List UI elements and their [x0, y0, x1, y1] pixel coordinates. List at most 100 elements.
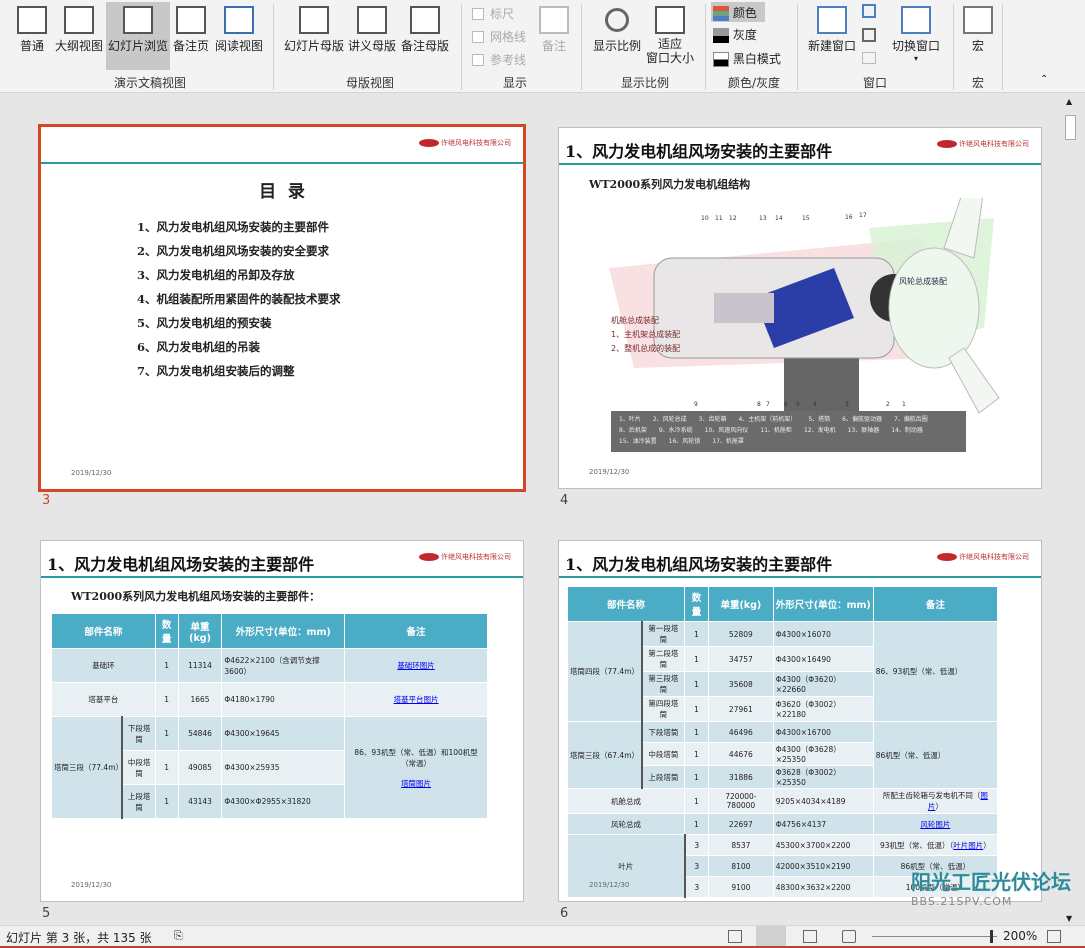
handout-master-button[interactable]: 讲义母版 [346, 2, 398, 70]
slide-thumbnail-6[interactable]: 1、风力发电机组风场安装的主要部件 许继风电科技有限公司 部件名称 数量 单重(kg… [558, 540, 1042, 902]
table-cell: 52809 [707, 621, 774, 647]
cell-text: Φ4300×16700 [775, 727, 831, 737]
group-label: 演示文稿视图 [113, 76, 186, 90]
image-link[interactable]: 基础环图片 [397, 661, 435, 670]
slide-thumbnail-4[interactable]: 1、风力发电机组风场安装的主要部件 许继风电科技有限公司 WT2000系列风力发… [558, 127, 1042, 489]
cell-text: ） [983, 840, 991, 850]
callout-number: 3 [845, 401, 849, 408]
image-link[interactable]: 塔筒图片 [401, 779, 431, 788]
label: 讲义母版 [347, 39, 396, 53]
grayscale-button[interactable]: 灰度 [713, 26, 757, 43]
slide-sorter-view-icon[interactable] [756, 926, 786, 947]
slideshow-icon[interactable] [842, 930, 856, 943]
table-cell: 34757 [707, 646, 774, 672]
new-window-button[interactable]: 新建窗口 [804, 2, 860, 70]
image-link[interactable]: 塔基平台图片 [394, 695, 439, 704]
fit-slide-icon[interactable] [1047, 930, 1061, 943]
slide-thumbnail-3[interactable]: 许继风电科技有限公司 目 录 1、风力发电机组风场安装的主要部件 2、风力发电机组… [39, 125, 525, 491]
image-link[interactable]: 叶片图片 [953, 841, 983, 850]
label: 阅读视图 [214, 39, 263, 53]
zoom-slider[interactable] [872, 936, 997, 937]
table-cell: 塔筒三段（77.4m） [51, 716, 124, 819]
slide-subtitle: WT2000系列风力发电机组风场安装的主要部件： [71, 590, 321, 603]
switch-window-button[interactable]: 切换窗口 ▾ [886, 2, 946, 70]
reading-view-icon[interactable] [803, 930, 817, 943]
cell-text: 8537 [731, 840, 751, 850]
column-header: 外形尺寸(单位：mm) [772, 586, 874, 622]
column-header: 外形尺寸(单位：mm) [221, 613, 346, 649]
macros-button[interactable]: 宏 [960, 2, 996, 70]
scroll-up-icon[interactable]: ▲ [1066, 97, 1072, 106]
spell-check-icon[interactable]: ⎘ [174, 929, 183, 943]
logo-text: 许继风电科技有限公司 [441, 139, 511, 147]
scrollbar-thumb[interactable] [1065, 115, 1076, 140]
cascade-icon[interactable] [862, 28, 876, 42]
callout-number: 15 [802, 215, 810, 222]
cell-text: 机舱总成 [611, 796, 642, 806]
slide-sorter-button[interactable]: 幻灯片浏览 [106, 2, 170, 70]
zoom-button[interactable]: 显示比例 [590, 2, 644, 70]
callout-number: 10 [701, 215, 709, 222]
gridlines-checkbox[interactable]: 网格线 [472, 28, 526, 45]
table-cell: 基础环 [51, 648, 156, 683]
black-white-icon [713, 52, 729, 67]
table-cell: 上段塔筒 [121, 784, 156, 819]
collapse-ribbon-icon[interactable]: ⌃ [1040, 74, 1048, 85]
slide-number: 6 [560, 906, 569, 921]
group-label: 显示比例 [620, 76, 669, 90]
table-cell: 塔基平台 [51, 682, 156, 717]
title-divider [559, 163, 1041, 165]
notes-button[interactable]: 备注 [534, 2, 574, 70]
reading-view-icon [224, 6, 254, 34]
legend-item: 10、风速风向仪 [704, 427, 749, 434]
cell-text: 中段塔筒 [648, 749, 679, 759]
table-cell: 第二段塔筒 [641, 646, 686, 672]
legend-item: 15、油冷装置 [619, 438, 657, 445]
ruler-checkbox[interactable]: 标尺 [472, 5, 514, 22]
toc-item: 5、风力发电机组的预安装 [137, 316, 272, 330]
turbine-diagram [609, 198, 1000, 414]
image-link[interactable]: 风轮图片 [920, 820, 950, 829]
fit-to-window-button[interactable]: 适应 窗口大小 [644, 2, 696, 70]
table-cell: 第四段塔筒 [641, 696, 686, 722]
color-button[interactable]: 颜色 [711, 2, 765, 22]
callout-number: 11 [715, 215, 723, 222]
cell-text: Φ4300×25935 [224, 763, 280, 772]
chevron-down-icon: ▾ [913, 54, 918, 63]
table-cell: 下段塔筒 [641, 721, 686, 743]
cell-text: 风轮总成 [611, 819, 642, 829]
table-cell: 54846 [177, 716, 223, 751]
parts-legend: 1、叶片 2、风轮总成 3、齿轮箱 4、主机架（前机架） 5、塔筒 6、偏航驱动器 7、偏航… [611, 411, 966, 452]
move-split-icon[interactable] [862, 52, 876, 64]
outline-view-button[interactable]: 大纲视图 [52, 2, 106, 70]
vertical-scrollbar[interactable]: ▲ ▼ [1062, 95, 1080, 925]
table-cell: 1 [684, 621, 709, 647]
zoom-level[interactable]: 200% [1003, 929, 1037, 943]
label: 窗口大小 [645, 51, 694, 65]
legend-item: 12、发电机 [803, 427, 836, 434]
label: 大纲视图 [54, 39, 103, 53]
arrange-all-icon[interactable] [862, 4, 876, 18]
black-white-button[interactable]: 黑白模式 [713, 50, 781, 67]
table-header-row: 部件名称 数量 单重(kg) 外形尺寸(单位：mm) 备注 [51, 613, 488, 649]
cell-text: 上段塔筒 [127, 791, 151, 812]
notes-master-button[interactable]: 备注母版 [398, 2, 452, 70]
cell-text: 1 [164, 763, 170, 772]
reading-view-button[interactable]: 阅读视图 [212, 2, 266, 70]
slide-title: 1、风力发电机组风场安装的主要部件 [565, 555, 833, 574]
notes-page-button[interactable]: 备注页 [170, 2, 212, 70]
zoom-slider-thumb[interactable] [990, 930, 993, 943]
guides-checkbox[interactable]: 参考线 [472, 51, 526, 68]
cell-text: ） [935, 802, 943, 811]
cell-text: 1 [694, 654, 699, 664]
slide-master-button[interactable]: 幻灯片母版 [282, 2, 346, 70]
cell-text: 3 [694, 840, 700, 850]
normal-view-button[interactable]: 普通 [12, 2, 52, 70]
label: 2、整机总成的装配 [611, 344, 681, 353]
slide-thumbnail-5[interactable]: 1、风力发电机组风场安装的主要部件 许继风电科技有限公司 WT2000系列风力发… [40, 540, 524, 902]
table-cell: 42000×3510×2190 [772, 855, 874, 877]
table-cell: 塔筒四段（77.4m） [566, 621, 643, 722]
notes-page-icon [176, 6, 206, 34]
scroll-down-icon[interactable]: ▼ [1066, 914, 1072, 923]
normal-view-icon[interactable] [728, 930, 742, 943]
